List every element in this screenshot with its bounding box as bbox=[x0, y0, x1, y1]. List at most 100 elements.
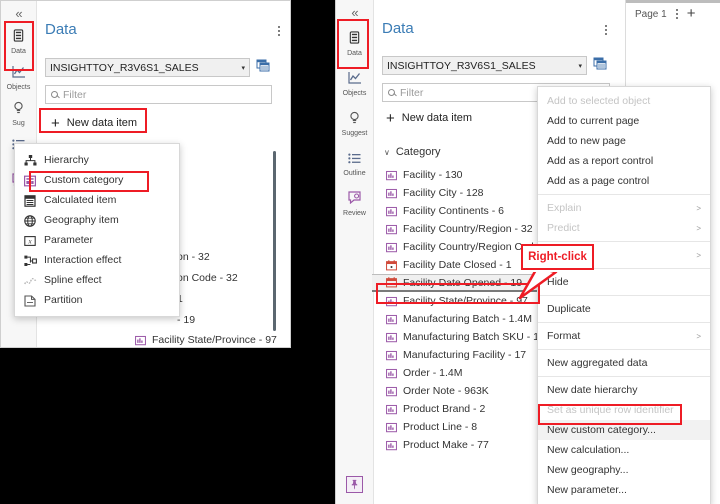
context-menu-item-new-calculation[interactable]: New calculation... bbox=[538, 440, 710, 460]
context-menu-item-add-as-a-report-control[interactable]: Add as a report control bbox=[538, 151, 710, 171]
sidebar-item-data[interactable]: Data bbox=[1, 23, 36, 59]
histogram-icon bbox=[386, 296, 397, 307]
context-menu-item-duplicate[interactable]: Duplicate bbox=[538, 299, 710, 319]
filter-input[interactable]: Filter bbox=[45, 85, 272, 104]
filter-placeholder: Filter bbox=[63, 88, 87, 101]
calendar-icon bbox=[386, 277, 397, 288]
context-menu-item-format[interactable]: Format > bbox=[538, 326, 710, 346]
context-menu-item-add-to-current-page[interactable]: Add to current page bbox=[538, 111, 710, 131]
collapse-panel-button[interactable]: « bbox=[1, 1, 36, 23]
pin-panel-button[interactable] bbox=[346, 476, 363, 493]
menu-separator bbox=[538, 241, 710, 242]
list-item-label: Facility State/Province - 97 bbox=[152, 334, 277, 346]
list-item-label: Facility - 130 bbox=[403, 169, 463, 181]
menu-item-geography-item[interactable]: Geography item bbox=[15, 210, 179, 230]
list-item[interactable]: on - 32 bbox=[177, 247, 287, 268]
sidebar-item-label: Data bbox=[347, 50, 362, 57]
sidebar-item-review[interactable]: Review bbox=[336, 182, 373, 222]
group-header-category[interactable]: ∨ Category bbox=[384, 146, 441, 158]
chart-objects-icon bbox=[1, 65, 36, 82]
context-menu-item-label: New calculation... bbox=[547, 444, 630, 456]
tab-page-1[interactable]: Page 1 bbox=[635, 9, 667, 20]
new-data-item-button[interactable]: + New data item bbox=[386, 111, 472, 126]
context-menu-item-label: Hide bbox=[547, 276, 569, 288]
context-menu-item-label: Add as a report control bbox=[547, 155, 654, 167]
context-menu-item-label: Add to selected object bbox=[547, 95, 651, 107]
histogram-icon bbox=[386, 170, 397, 181]
list-item-label: Manufacturing Batch - 1.4M bbox=[403, 313, 532, 325]
context-menu-item-add-to-new-page[interactable]: Add to new page bbox=[538, 131, 710, 151]
sidebar-item-objects[interactable]: Objects bbox=[1, 59, 36, 95]
context-menu-item-label: Explain bbox=[547, 202, 582, 214]
interaction-effect-icon bbox=[24, 255, 37, 266]
histogram-icon bbox=[386, 188, 397, 199]
new-data-item-button[interactable]: + New data item bbox=[51, 114, 137, 132]
menu-item-interaction-effect[interactable]: Interaction effect bbox=[15, 250, 179, 270]
context-menu-item-new-geography[interactable]: New geography... bbox=[538, 460, 710, 480]
menu-item-hierarchy[interactable]: Hierarchy bbox=[15, 150, 179, 170]
database-icon bbox=[1, 29, 36, 46]
context-menu-item-new-date-hierarchy[interactable]: New date hierarchy bbox=[538, 380, 710, 400]
page-title: Data bbox=[382, 20, 414, 37]
data-source-select[interactable]: INSIGHTTOY_R3V6S1_SALES ▾ bbox=[382, 56, 587, 75]
list-item[interactable]: - 19 bbox=[177, 310, 287, 331]
data-source-value: INSIGHTTOY_R3V6S1_SALES bbox=[50, 61, 199, 74]
more-options-icon[interactable] bbox=[605, 23, 607, 37]
histogram-icon bbox=[386, 206, 397, 217]
right-click-callout-label: Right-click bbox=[528, 251, 587, 263]
sidebar-item-label: Review bbox=[343, 210, 366, 217]
histogram-icon bbox=[386, 422, 397, 433]
svg-text:x: x bbox=[27, 237, 32, 245]
add-page-button[interactable]: + bbox=[687, 6, 696, 21]
vertical-scrollbar[interactable] bbox=[273, 151, 276, 331]
sidebar-item-outline[interactable]: Outline bbox=[336, 142, 373, 182]
sidebar-item-objects[interactable]: Objects bbox=[336, 62, 373, 102]
menu-item-label: Calculated item bbox=[44, 194, 117, 206]
list-item-label: Product Make - 77 bbox=[403, 439, 489, 451]
context-menu-item-new-aggregated-data[interactable]: New aggregated data bbox=[538, 353, 710, 373]
sidebar-item-data[interactable]: Data bbox=[336, 22, 373, 62]
context-menu-item-hide[interactable]: Hide bbox=[538, 272, 710, 292]
sidebar-item-sug[interactable]: Sug bbox=[1, 95, 36, 131]
page-options-icon[interactable] bbox=[675, 7, 678, 21]
sidebar-item-label: Objects bbox=[342, 90, 367, 97]
data-source-select[interactable]: INSIGHTTOY_R3V6S1_SALES ▾ bbox=[45, 58, 250, 77]
context-menu-item-label: New date hierarchy bbox=[547, 384, 638, 396]
histogram-icon bbox=[386, 404, 397, 415]
context-menu-item-label: New geography... bbox=[547, 464, 629, 476]
data-source-icon[interactable] bbox=[256, 58, 270, 77]
context-menu-item-add-to-selected-object: Add to selected object bbox=[538, 91, 710, 111]
collapse-panel-button[interactable]: « bbox=[336, 0, 373, 22]
list-item-label: Order Note - 963K bbox=[403, 385, 489, 397]
menu-item-partition[interactable]: Partition bbox=[15, 290, 179, 310]
chevron-down-icon: ▾ bbox=[241, 64, 245, 72]
menu-item-custom-category[interactable]: Custom category bbox=[15, 170, 179, 190]
menu-separator bbox=[538, 376, 710, 377]
context-menu-item-label: Format bbox=[547, 330, 581, 342]
context-menu-item-new-parameter[interactable]: New parameter... bbox=[538, 480, 710, 500]
plus-icon: + bbox=[51, 114, 60, 132]
sidebar-item-label: Sug bbox=[12, 120, 25, 127]
more-options-icon[interactable] bbox=[278, 24, 280, 38]
new-data-item-menu: Hierarchy Custom category Calculated ite… bbox=[14, 143, 180, 317]
menu-item-parameter[interactable]: x Parameter bbox=[15, 230, 179, 250]
context-menu-item-new-custom-category[interactable]: New custom category... bbox=[538, 420, 710, 440]
menu-item-calculated-item[interactable]: Calculated item bbox=[15, 190, 179, 210]
list-item-label: Manufacturing Batch SKU - 1 bbox=[403, 331, 539, 343]
context-menu-item-add-as-a-page-control[interactable]: Add as a page control bbox=[538, 171, 710, 191]
context-menu-item-label: Add as a page control bbox=[547, 175, 650, 187]
list-item-label: Product Line - 8 bbox=[403, 421, 478, 433]
menu-item-spline-effect[interactable]: Spline effect bbox=[15, 270, 179, 290]
right-click-callout: Right-click bbox=[521, 244, 594, 270]
chevron-right-icon: > bbox=[696, 223, 701, 233]
list-item-label: Facility Date Closed - 1 bbox=[403, 259, 512, 271]
histogram-icon bbox=[386, 224, 397, 235]
data-source-icon[interactable] bbox=[593, 56, 607, 75]
context-menu-item-label: New parameter... bbox=[547, 484, 627, 496]
sidebar-item-suggest[interactable]: Suggest bbox=[336, 102, 373, 142]
context-menu-item-label: Duplicate bbox=[547, 303, 591, 315]
list-item[interactable]: on Code - 32 bbox=[177, 268, 287, 289]
menu-item-label: Interaction effect bbox=[44, 254, 122, 266]
list-item[interactable]: Facility State/Province - 97 bbox=[121, 331, 277, 349]
list-item[interactable]: 1 bbox=[177, 289, 287, 310]
